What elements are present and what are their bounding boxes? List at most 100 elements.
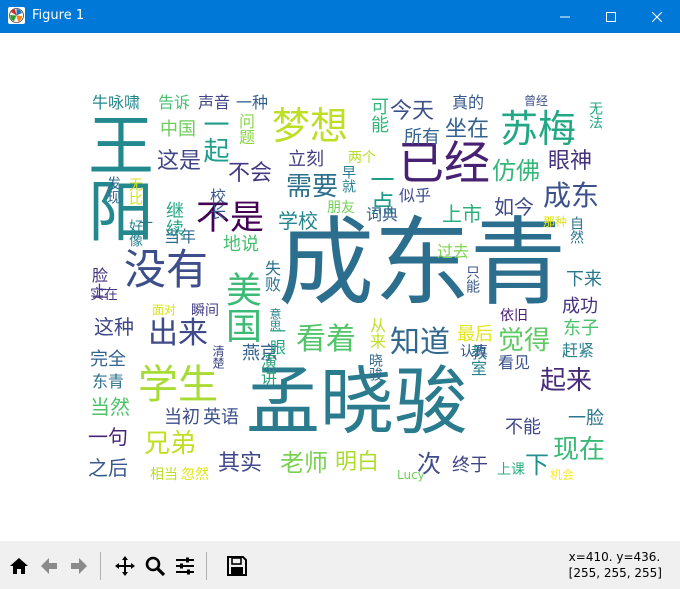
wordcloud-word: 坐在	[445, 117, 490, 142]
wordcloud-word: 面对	[152, 303, 177, 317]
toolbar-separator	[100, 552, 101, 580]
cursor-rgb-text: [255, 255, 255]	[568, 566, 662, 580]
wordcloud-word: 朋友	[327, 200, 355, 216]
wordcloud-word: 声音	[198, 93, 231, 112]
back-icon	[41, 558, 57, 574]
back-button[interactable]	[36, 553, 62, 579]
wordcloud-word: 晓骏	[367, 353, 383, 381]
zoom-icon	[145, 556, 166, 577]
wordcloud-word: 眼神	[548, 149, 593, 174]
wordcloud-word: 赶紧	[562, 341, 595, 360]
wordcloud-word: 下来	[566, 269, 602, 290]
wordcloud-word: 知道	[390, 325, 450, 360]
wordcloud-word: 没有	[124, 245, 209, 294]
wordcloud-word: 一脸	[568, 408, 604, 429]
home-icon	[10, 558, 28, 574]
wordcloud-word: 成功	[562, 296, 598, 317]
window-title: Figure 1	[32, 8, 85, 23]
wordcloud-word: 现在	[553, 435, 606, 465]
wordcloud-word: 成东	[543, 179, 600, 212]
wordcloud-word: 依旧	[500, 308, 528, 324]
configure-subplots-icon	[176, 557, 194, 575]
wordcloud-word: 一起	[199, 111, 229, 163]
wordcloud-word: 需要	[286, 172, 339, 202]
wordcloud-word: 一	[139, 216, 153, 232]
wordcloud-word: 学校	[278, 209, 318, 233]
minimize-button[interactable]	[542, 0, 588, 33]
forward-icon	[71, 558, 87, 574]
wordcloud-word: 早就	[340, 165, 356, 193]
wordcloud-word: 如今	[494, 195, 534, 219]
wordcloud-word: 这是	[157, 149, 202, 174]
wordcloud-word: 曾经	[524, 94, 549, 108]
wordcloud-word: 一句	[88, 425, 128, 449]
wordcloud-word: 认真	[460, 344, 488, 360]
wordcloud-word: 明白	[335, 450, 380, 475]
wordcloud-word: 最后	[457, 324, 493, 345]
wordcloud-word: 老师	[280, 449, 328, 477]
wordcloud-word: 美国	[220, 271, 261, 343]
wordcloud-word: 东子	[563, 318, 599, 339]
home-button[interactable]	[6, 553, 32, 579]
wordcloud-word: 失败	[262, 260, 281, 292]
wordcloud-word: 中国	[160, 119, 196, 140]
pan-button[interactable]	[112, 553, 138, 579]
pan-icon	[115, 556, 135, 576]
wordcloud-word: 过去	[437, 242, 470, 261]
wordcloud-word: 校长	[207, 188, 226, 220]
wordcloud-word: 一眼	[267, 323, 286, 355]
matplotlib-app-icon	[8, 7, 25, 24]
wordcloud-word: 兄弟	[144, 429, 197, 459]
navigation-toolbar: x=410. y=436. [255, 255, 255]	[0, 541, 680, 589]
zoom-button[interactable]	[142, 553, 168, 579]
toolbar-separator	[206, 552, 207, 580]
wordcloud-word: 成东青	[278, 207, 566, 319]
cursor-xy-text: x=410. y=436.	[568, 550, 661, 564]
wordcloud-word: 可能	[368, 97, 389, 133]
wordcloud-word: 之后	[88, 456, 128, 480]
wordcloud-word: 上课	[497, 462, 525, 478]
close-button[interactable]	[634, 0, 680, 33]
wordcloud-word: 无比	[127, 177, 143, 205]
save-button[interactable]	[224, 553, 250, 579]
configure-subplots-button[interactable]	[172, 553, 198, 579]
maximize-icon	[606, 11, 616, 22]
cursor-coordinates-readout: x=410. y=436. [255, 255, 255]	[569, 549, 662, 581]
wordcloud-word: 告诉	[158, 93, 191, 112]
wordcloud-word: 只能	[464, 265, 480, 293]
wordcloud-word: 英语	[203, 407, 239, 428]
wordcloud-word: 从来	[367, 317, 386, 349]
wordcloud-word: 当然	[90, 395, 130, 419]
wordcloud-word: 这种	[94, 315, 134, 339]
wordcloud-word: 当初	[164, 407, 200, 428]
wordcloud-word: 一种	[236, 93, 269, 112]
window-titlebar[interactable]: Figure 1	[0, 0, 680, 33]
wordcloud-word: 两个	[348, 150, 376, 166]
wordcloud-word: 不能	[505, 417, 541, 438]
wordcloud-word: 似乎	[399, 186, 432, 205]
wordcloud-word: 那种	[543, 215, 568, 229]
wordcloud-word: 学生	[138, 362, 218, 408]
wordcloud-word: 梦想	[272, 104, 349, 148]
wordcloud-word: 问题	[236, 113, 255, 145]
wordcloud-word: 当年	[164, 227, 197, 246]
wordcloud-word: 忽然	[181, 467, 209, 483]
maximize-button[interactable]	[588, 0, 634, 33]
wordcloud-word: 自然	[568, 216, 584, 244]
wordcloud-word: 瞬间	[191, 303, 219, 319]
wordcloud-word: 脸上	[89, 267, 108, 299]
wordcloud-word: 看见	[498, 353, 531, 372]
wordcloud-word: 东青	[92, 372, 125, 391]
wordcloud-word: 地说	[223, 234, 259, 255]
wordcloud-word: 起来	[540, 366, 593, 396]
minimize-icon	[560, 16, 570, 17]
wordcloud-word: 出来	[148, 316, 208, 351]
figure-canvas[interactable]: 成东青 孟晓骏 王阳 已经 没有 学生 苏梅 梦想 美国 不是 看着 知道 出来 成东 需要 一起 觉得 起来 现在…	[0, 33, 680, 541]
wordcloud-word: 看着	[296, 322, 356, 357]
wordcloud-word: 无法	[587, 101, 603, 129]
wordcloud-word: 发现	[105, 176, 121, 204]
forward-button[interactable]	[66, 553, 92, 579]
wordcloud-word: 终于	[452, 455, 488, 476]
wordcloud-word: 完全	[90, 349, 126, 370]
wordcloud-word: 所有	[404, 127, 440, 148]
